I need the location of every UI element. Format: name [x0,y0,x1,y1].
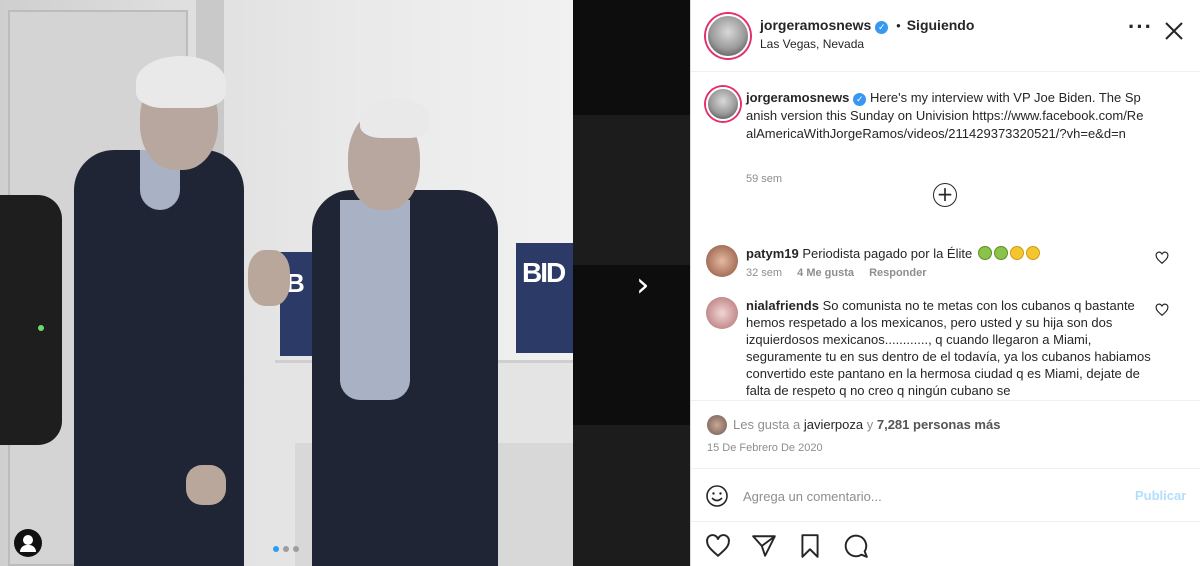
carousel-dot [293,546,299,552]
caption-text: jorgeramosnews ✓ Here's my interview with… [746,89,1146,143]
post-details-panel: jorgeramosnews ✓ • Siguiendo Las Vegas, Ne… [690,0,1200,566]
modal-backdrop[interactable] [573,0,690,566]
nauseated-emoji-icon [977,246,992,260]
post-actions [691,521,1200,566]
avatar[interactable] [706,297,738,329]
comment-bubble-icon[interactable] [843,533,869,559]
likes-text[interactable]: Les gusta a javierpoza y 7,281 personas … [733,417,1000,432]
more-options-icon[interactable]: ··· [1128,16,1152,42]
load-more-comments-icon[interactable]: + [933,183,957,207]
avatar[interactable] [706,245,738,277]
save-bookmark-icon[interactable] [797,533,823,559]
comment-time[interactable]: 32 sem [746,267,782,279]
likes-connector: y [866,417,874,432]
add-comment-bar: Publicar [691,468,1200,521]
comment-meta: 32 sem 4 Me gusta Responder [746,267,939,279]
instagram-post-modal: B BID › jorgeramosnews ✓ • Siguiendo Las… [0,0,1200,566]
tagged-user-button[interactable] [14,529,42,557]
location-link[interactable]: Las Vegas, Nevada [760,37,864,51]
comment-likes-link[interactable]: 4 Me gusta [797,267,854,279]
verified-badge-icon: ✓ [853,93,867,106]
likes-summary: Les gusta a javierpoza y 7,281 personas … [691,400,1200,468]
comment-username-link[interactable]: patym19 [746,246,799,261]
header-user-line: jorgeramosnews ✓ • Siguiendo [760,17,974,34]
avatar[interactable] [706,14,750,58]
comment-text: nialafriends So comunista no te metas co… [746,297,1156,399]
backdrop-thumbnail [573,425,690,566]
vomit-emoji-icon [1009,246,1024,260]
next-post-arrow-icon[interactable]: › [636,268,666,302]
avatar[interactable] [706,87,740,121]
like-comment-heart-icon[interactable] [1155,303,1169,317]
comment-input[interactable] [743,486,1103,506]
like-heart-icon[interactable] [705,533,731,559]
avatar[interactable] [707,415,727,435]
comment-username-link[interactable]: nialafriends [746,298,819,313]
comment-body: Periodista pagado por la Élite [802,246,973,261]
caption-timestamp[interactable]: 59 sem [746,173,782,185]
likes-prefix: Les gusta a [733,417,801,432]
vomit-emoji-icon [1025,246,1040,260]
like-comment-heart-icon[interactable] [1155,251,1169,265]
emoji-picker-icon[interactable] [705,484,729,508]
post-photo[interactable]: B BID [0,0,573,566]
backdrop-thumbnail [573,115,690,265]
comment-text: patym19 Periodista pagado por la Élite [746,245,1156,262]
publish-button[interactable]: Publicar [1135,488,1186,503]
verified-badge-icon: ✓ [875,21,889,34]
following-button[interactable]: Siguiendo [907,17,975,33]
share-paper-plane-icon[interactable] [751,533,777,559]
photo-camera [0,195,62,445]
carousel-dot [273,546,279,552]
caption-username-link[interactable]: jorgeramosnews [746,90,849,105]
carousel-indicator [273,546,299,552]
liker-username-link[interactable]: javierpoza [804,417,863,432]
likes-count-link[interactable]: 7,281 personas más [877,417,1001,432]
post-header: jorgeramosnews ✓ • Siguiendo Las Vegas, Ne… [691,0,1200,72]
nauseated-emoji-icon [993,246,1008,260]
separator-dot: • [896,18,901,33]
carousel-dot [283,546,289,552]
username-link[interactable]: jorgeramosnews [760,17,871,33]
reply-button[interactable]: Responder [869,267,926,279]
comment-body: So comunista no te metas con los cubanos… [746,298,1151,398]
post-date[interactable]: 15 De Febrero De 2020 [707,442,823,454]
comments-scroll-area[interactable]: jorgeramosnews ✓ Here's my interview with… [691,73,1200,400]
close-icon[interactable] [1161,18,1187,44]
photo-campaign-sign: BID [516,243,573,353]
